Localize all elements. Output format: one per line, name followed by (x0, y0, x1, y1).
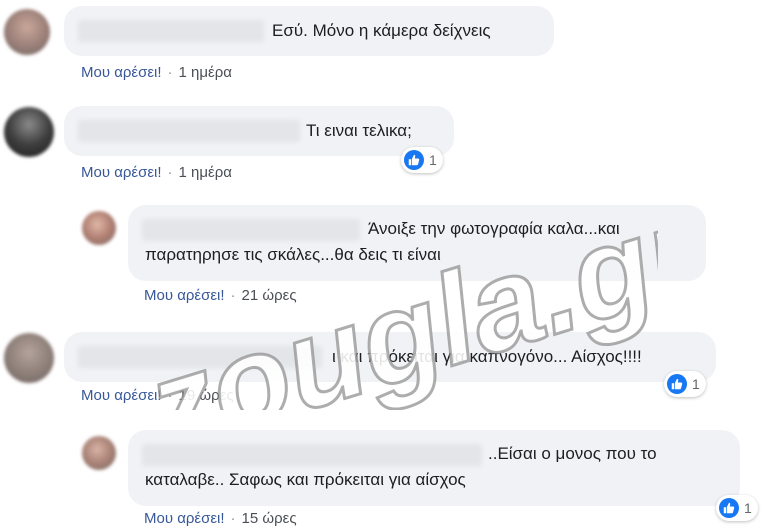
avatar[interactable] (4, 107, 54, 157)
like-link[interactable]: Μου αρέσει! (81, 164, 162, 181)
comment-bubble: Εσύ. Μόνο η κάμερα δείχνεις (64, 6, 554, 56)
comment-text: Εσύ. Μόνο η κάμερα δείχνεις (272, 21, 491, 40)
commenter-name-redacted[interactable] (142, 444, 482, 466)
avatar[interactable] (4, 9, 50, 55)
separator-dot: · (230, 287, 236, 304)
comment-bubble: Τι ειναι τελικα; (64, 106, 454, 156)
commenter-name-redacted[interactable] (78, 346, 322, 368)
like-link[interactable]: Μου αρέσει! (81, 64, 162, 81)
avatar[interactable] (82, 436, 116, 470)
reply-timestamp[interactable]: 21 ώρες (242, 287, 297, 304)
reaction-count-badge[interactable]: 1 (664, 371, 706, 397)
comment-actions: Μου αρέσει! · 1 ημέρα (81, 64, 232, 81)
reply-actions: Μου αρέσει! · 15 ώρες (144, 510, 297, 527)
like-link[interactable]: Μου αρέσει! (144, 510, 225, 527)
like-link[interactable]: Μου αρέσει! (81, 387, 162, 404)
reaction-count-badge[interactable]: 1 (401, 147, 443, 173)
comment-timestamp[interactable]: 1 ημέρα (179, 64, 232, 81)
reply-text-line1: Άνοιξε την φωτογραφία καλα...και (368, 219, 620, 238)
reaction-count: 1 (429, 152, 437, 168)
separator-dot: · (167, 64, 173, 81)
reaction-count-badge[interactable]: 1 (716, 495, 758, 521)
commenter-name-redacted[interactable] (142, 219, 360, 241)
comment-actions: Μου αρέσει! · 1 ημέρα (81, 164, 232, 181)
reaction-count: 1 (692, 376, 700, 392)
comment-timestamp[interactable]: 1 ημέρα (179, 164, 232, 181)
comment-actions: Μου αρέσει! · 19 ώρες (81, 387, 234, 404)
separator-dot: · (230, 510, 236, 527)
comment-timestamp[interactable]: 19 ώρες (179, 387, 234, 404)
reply-timestamp[interactable]: 15 ώρες (242, 510, 297, 527)
avatar[interactable] (4, 333, 54, 383)
avatar[interactable] (82, 211, 116, 245)
commenter-name-redacted[interactable] (78, 20, 264, 42)
reply-text-line2: παρατηρησε τις σκάλες...θα δεις τι είναι (145, 245, 441, 264)
reply-bubble: Άνοιξε την φωτογραφία καλα...και παρατηρ… (128, 205, 706, 281)
reply-text-line2: καταλαβε.. Σαφως και πρόκειται για αίσχο… (145, 470, 466, 489)
comment-thread: Εσύ. Μόνο η κάμερα δείχνεις Μου αρέσει! ·… (0, 0, 770, 532)
comment-bubble: ι και πρόκειται για καπνογόνο... Αίσχος!… (64, 332, 716, 382)
comment-text: Τι ειναι τελικα; (306, 121, 412, 140)
reaction-count: 1 (744, 500, 752, 516)
thumbs-up-icon (667, 374, 687, 394)
comment-text: ι και πρόκειται για καπνογόνο... Αίσχος!… (332, 347, 642, 366)
thumbs-up-icon (404, 150, 424, 170)
commenter-name-redacted[interactable] (78, 120, 300, 142)
reply-text-line1: ..Είσαι ο μονος που το (488, 444, 657, 463)
reply-bubble: ..Είσαι ο μονος που το καταλαβε.. Σαφως … (128, 430, 740, 506)
separator-dot: · (167, 387, 173, 404)
like-link[interactable]: Μου αρέσει! (144, 287, 225, 304)
reply-actions: Μου αρέσει! · 21 ώρες (144, 287, 297, 304)
thumbs-up-icon (719, 498, 739, 518)
separator-dot: · (167, 164, 173, 181)
